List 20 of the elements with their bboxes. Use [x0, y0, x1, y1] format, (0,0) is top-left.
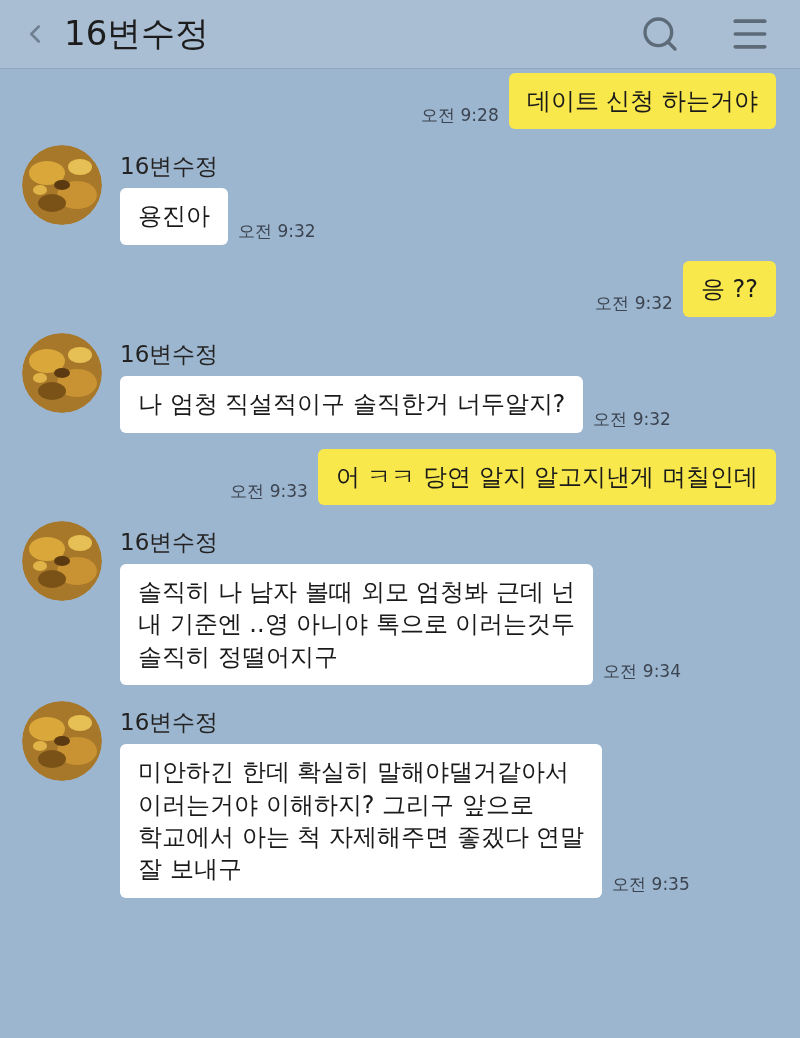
- search-icon[interactable]: [640, 14, 680, 54]
- message-time: 오전 9:34: [603, 660, 681, 684]
- message-time: 오전 9:33: [230, 479, 308, 503]
- message-time: 오전 9:32: [593, 407, 671, 431]
- received-message: 나 엄청 직설적이구 솔직한거 너두알지?: [120, 376, 584, 433]
- received-message: 미안하긴 한데 확실히 말해야댈거같아서 이러는거야 이해하지? 그리구 앞으로 학교에서 아는 척 자제해주면 좋겠다 연말 잘 보내구: [120, 744, 603, 898]
- message-time: 오전 9:28: [421, 104, 499, 128]
- sent-message: 데이트 신청 하는거야: [508, 73, 776, 130]
- received-message: 용진아: [120, 188, 228, 245]
- chat-title: 16변수정: [64, 12, 211, 55]
- sender-name: 16변수정: [120, 340, 220, 370]
- message-time: 오전 9:32: [238, 219, 316, 243]
- sender-name: 16변수정: [120, 152, 220, 182]
- sent-message: 응 ??: [682, 260, 776, 318]
- sender-name: 16변수정: [120, 527, 220, 557]
- sender-name: 16변수정: [120, 708, 220, 738]
- received-message: 솔직히 나 남자 볼때 외모 엄청봐 근데 넌 내 기준엔 ..영 아니야 톡으로 이러는것두 솔직히 정떨어지구: [120, 563, 594, 686]
- message-time: 오전 9:32: [595, 292, 673, 316]
- message-time: 오전 9:35: [612, 872, 690, 896]
- sent-message: 어 ㅋㅋ 당연 알지 알고지낸게 며칠인데: [317, 448, 776, 505]
